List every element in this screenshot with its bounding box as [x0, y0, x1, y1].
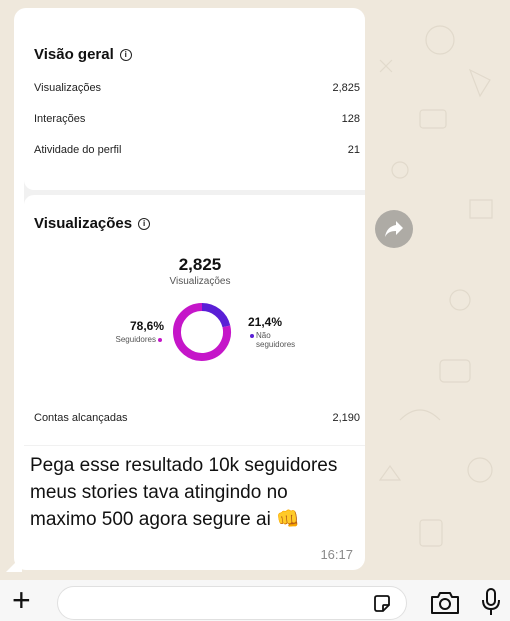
nonfollowers-percent: 21,4% [248, 315, 283, 329]
message-text: Pega esse resultado 10k seguidores meus … [30, 452, 350, 533]
row-value: 2,190 [332, 412, 360, 424]
sticker-icon[interactable] [372, 594, 392, 614]
views-title: Visualizações i [34, 215, 151, 232]
message-input[interactable] [57, 586, 407, 620]
nonfollowers-label-line2: seguidores [256, 340, 296, 349]
donut-slice-nonfollowers [201, 303, 231, 328]
message-bubble[interactable]: Visão geral i Visualizações 2,825 Intera… [14, 8, 365, 570]
message-time: 16:17 [320, 547, 353, 562]
overview-row-profile-activity: Atividade do perfil 21 [34, 144, 360, 156]
reached-accounts-row: Contas alcançadas 2,190 [34, 412, 360, 424]
views-card: Visualizações i 2,825 Visualizações 78,6… [24, 195, 365, 445]
overview-title-text: Visão geral [34, 46, 114, 63]
views-title-text: Visualizações [34, 215, 133, 232]
followers-legend: Seguidores [64, 335, 164, 344]
overview-row-interactions: Interações 128 [34, 113, 360, 125]
info-icon: i [138, 217, 151, 230]
overview-title: Visão geral i [34, 46, 132, 63]
nonfollowers-label-line1: Não [256, 331, 271, 340]
followers-dot [158, 337, 162, 342]
row-value: 128 [341, 113, 360, 125]
views-total: 2,825 [178, 255, 222, 274]
row-label: Interações [34, 113, 86, 125]
overview-card: Visão geral i Visualizações 2,825 Intera… [24, 10, 365, 190]
row-value: 21 [347, 144, 360, 156]
views-total-label: Visualizações [169, 276, 231, 287]
row-label: Atividade do perfil [34, 144, 122, 156]
row-value: 2,825 [332, 82, 360, 94]
row-label: Contas alcançadas [34, 412, 128, 424]
overview-row-views: Visualizações 2,825 [34, 82, 360, 94]
views-donut-chart [173, 303, 231, 361]
camera-icon[interactable] [430, 591, 460, 615]
info-icon: i [119, 48, 132, 61]
nonfollowers-dot [250, 334, 254, 338]
forward-arrow-icon[interactable] [375, 210, 413, 248]
followers-percent: 78,6% [129, 319, 164, 333]
followers-label: Seguidores [115, 335, 156, 344]
chat-input-bar: + [0, 580, 510, 621]
insights-screenshot[interactable]: Visão geral i Visualizações 2,825 Intera… [24, 10, 365, 446]
row-label: Visualizações [34, 82, 102, 94]
fist-emoji: 👊 [276, 509, 300, 530]
nonfollowers-legend: Não seguidores [248, 331, 295, 349]
plus-icon[interactable]: + [12, 584, 31, 616]
microphone-icon[interactable] [481, 588, 501, 616]
